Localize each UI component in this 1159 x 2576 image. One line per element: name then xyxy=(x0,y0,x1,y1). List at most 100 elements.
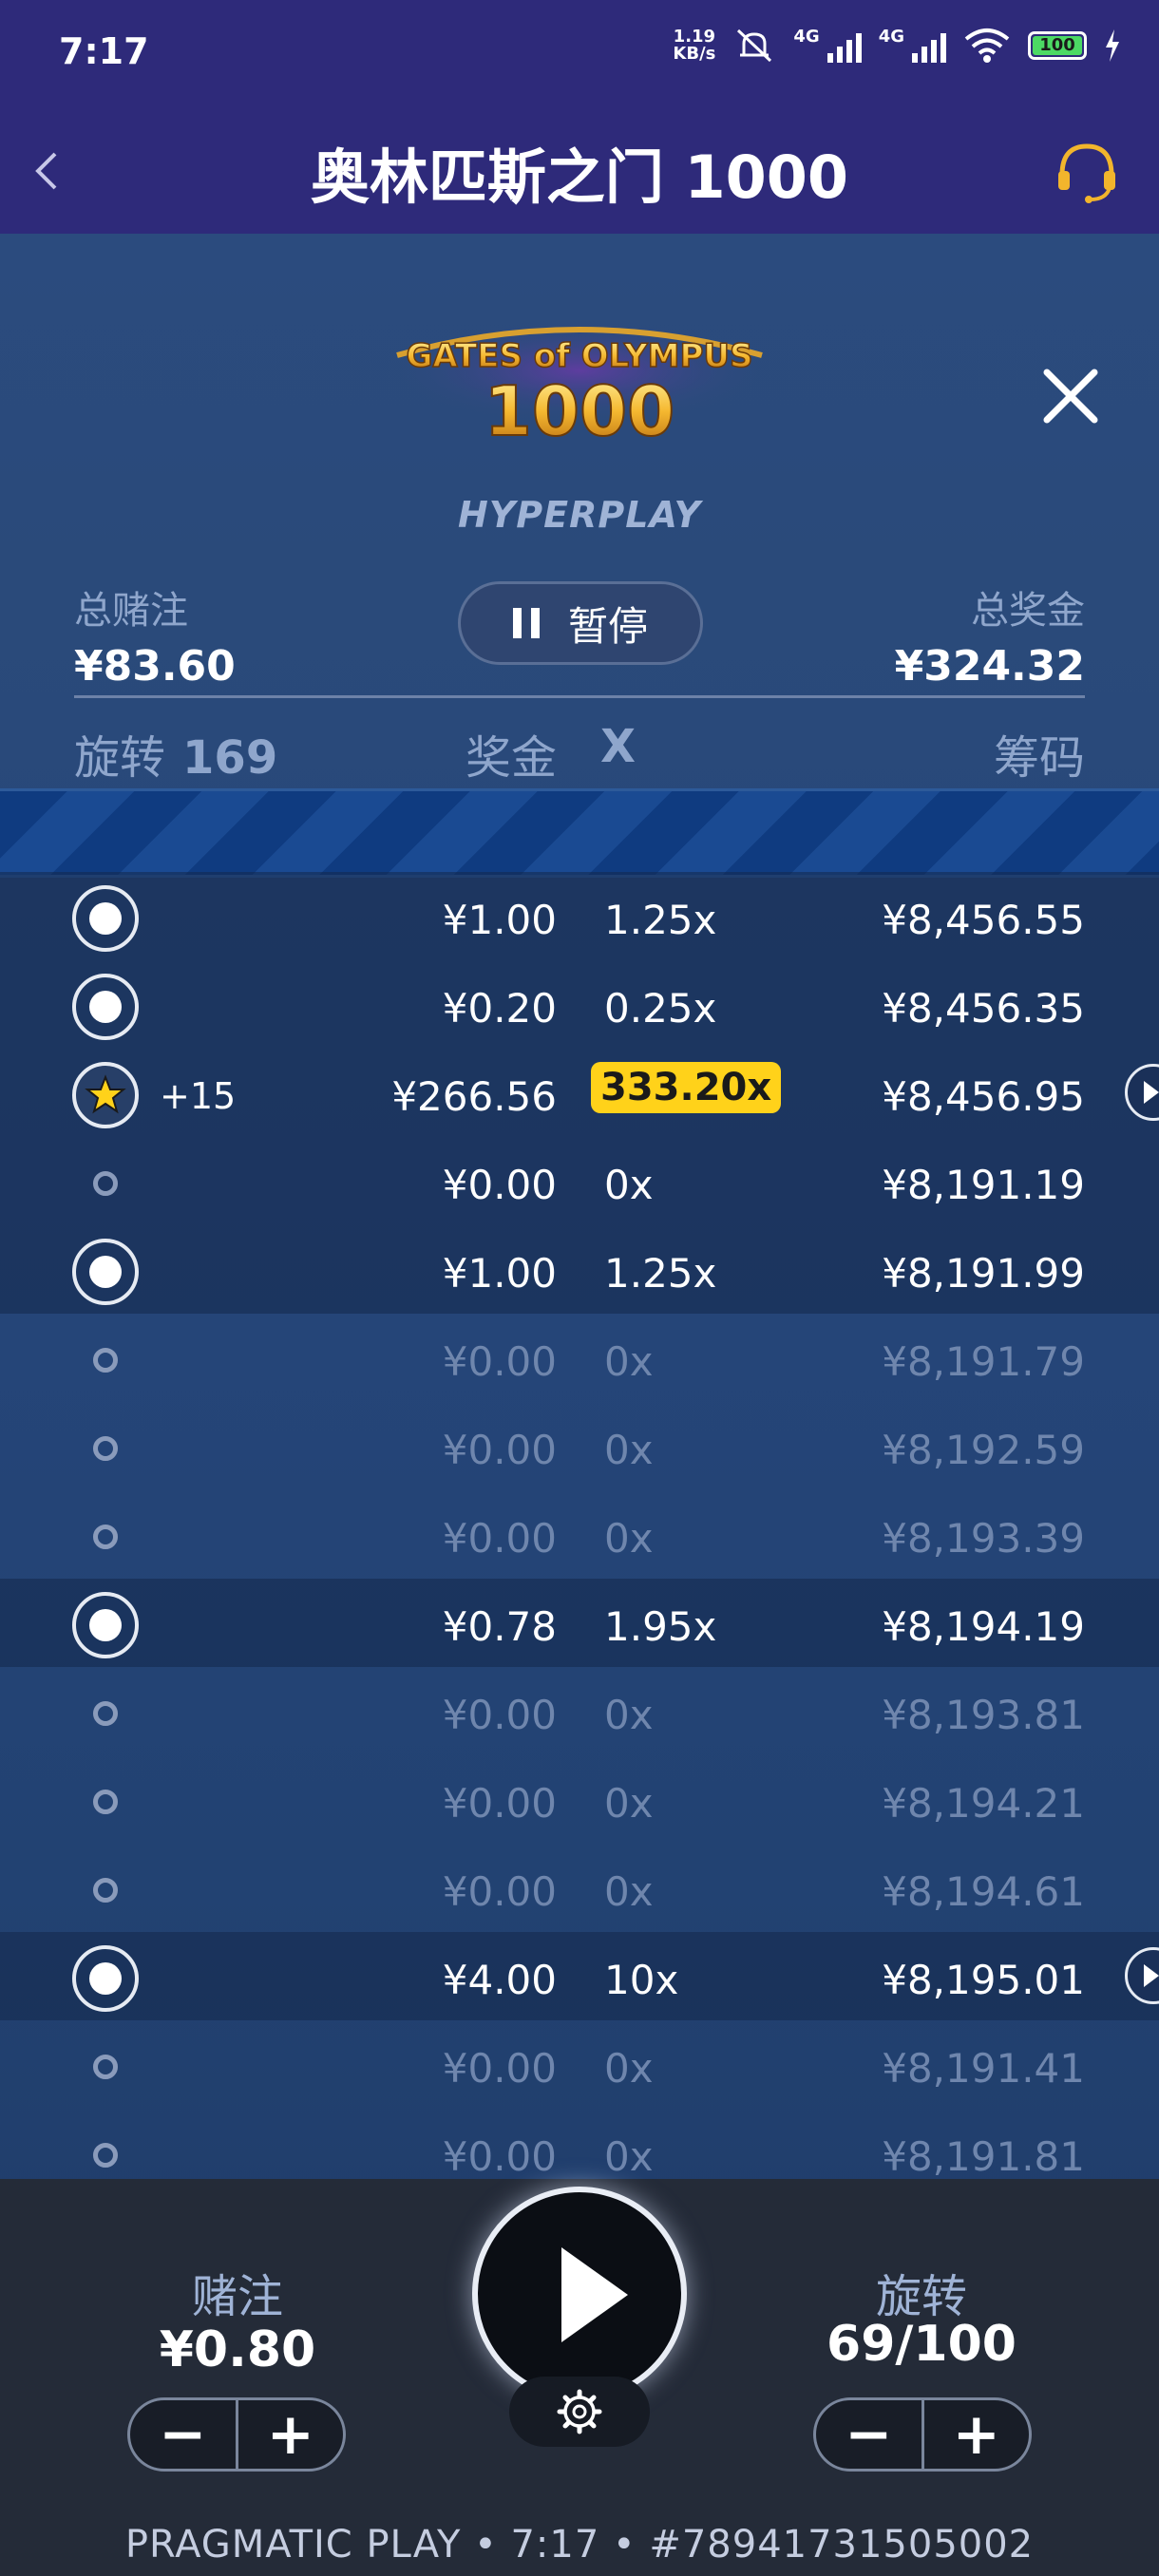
row-win: ¥0.00 xyxy=(442,1427,557,1473)
spin-row: ¥0.00 0x ¥8,194.61 xyxy=(0,1844,1159,1932)
row-win: ¥4.00 xyxy=(442,1957,557,2003)
row-win: ¥0.00 xyxy=(442,1868,557,1915)
pause-label: 暂停 xyxy=(567,602,648,650)
row-chips: ¥8,193.39 xyxy=(882,1515,1085,1562)
bet-increase-button[interactable]: + xyxy=(238,2400,344,2469)
spin-history-list[interactable]: ¥1.00 1.25x ¥8,456.55 ¥0.20 0.25x ¥8,456.35 +1… xyxy=(0,872,1159,2179)
star-icon xyxy=(72,1062,139,1128)
spin-header-label: 旋转 xyxy=(74,731,166,785)
bottom-controls: 赌注 ¥0.80 − + 旋转 69/100 − + PRAGMATIC PLA… xyxy=(0,2179,1159,2576)
no-win-indicator-icon xyxy=(93,1701,118,1726)
settings-button[interactable] xyxy=(509,2377,650,2447)
spin-row: ¥0.00 0x ¥8,193.81 xyxy=(0,1667,1159,1755)
row-multiplier: 1.95x xyxy=(604,1603,717,1650)
spins-decrease-button[interactable]: − xyxy=(816,2400,924,2469)
row-win: ¥0.00 xyxy=(442,1692,557,1738)
pause-button[interactable]: 暂停 xyxy=(458,581,703,665)
spin-row: ¥0.78 1.95x ¥8,194.19 xyxy=(0,1579,1159,1667)
row-win: ¥0.00 xyxy=(442,1162,557,1208)
bet-decrease-button[interactable]: − xyxy=(130,2400,238,2469)
battery-level: 100 xyxy=(1033,36,1082,55)
network-type-2: 4G xyxy=(878,27,904,47)
win-indicator-icon xyxy=(72,974,139,1040)
signal-icon-2 xyxy=(912,28,946,63)
spin-row: ¥1.00 1.25x ¥8,191.99 xyxy=(0,1225,1159,1314)
total-win-value: ¥324.32 xyxy=(894,642,1085,691)
status-bar: 7:17 1.19 KB/s 4G 4G 100 xyxy=(0,0,1159,104)
spins-stepper: − + xyxy=(813,2397,1032,2472)
column-header-multiplier: X xyxy=(600,720,636,773)
row-chips: ¥8,192.59 xyxy=(882,1427,1085,1473)
wifi-icon xyxy=(964,28,1010,63)
row-multiplier: 0x xyxy=(604,2045,654,2092)
game-logo: GATES of OLYMPUS 1000 xyxy=(390,318,770,452)
bet-stepper: − + xyxy=(127,2397,346,2472)
total-win-label: 总奖金 xyxy=(971,589,1085,633)
replay-arrow-icon[interactable] xyxy=(1125,1947,1159,2004)
row-chips: ¥8,191.81 xyxy=(882,2133,1085,2179)
win-indicator-icon xyxy=(72,1592,139,1658)
spin-row: ¥0.00 0x ¥8,191.81 xyxy=(0,2109,1159,2179)
row-chips: ¥8,191.41 xyxy=(882,2045,1085,2092)
row-win: ¥0.00 xyxy=(442,1780,557,1827)
row-win: ¥0.00 xyxy=(442,1515,557,1562)
row-multiplier: 0x xyxy=(604,1692,654,1738)
spin-row: ¥1.00 1.25x ¥8,456.55 xyxy=(0,872,1159,960)
replay-arrow-icon[interactable] xyxy=(1125,1064,1159,1121)
row-chips: ¥8,456.35 xyxy=(882,985,1085,1032)
row-win: ¥0.00 xyxy=(442,2133,557,2179)
row-multiplier: 0x xyxy=(604,1780,654,1827)
row-win: ¥0.00 xyxy=(442,1338,557,1385)
spin-row: ¥0.00 0x ¥8,192.59 xyxy=(0,1402,1159,1490)
row-multiplier: 0x xyxy=(604,2133,654,2179)
total-bet-value: ¥83.60 xyxy=(74,642,236,691)
spin-row: ¥0.00 0x ¥8,193.39 xyxy=(0,1490,1159,1579)
row-win: ¥1.00 xyxy=(442,1250,557,1297)
spin-row: ¥0.00 0x ¥8,191.79 xyxy=(0,1314,1159,1402)
row-chips: ¥8,191.19 xyxy=(882,1162,1085,1208)
multiplier-badge: 333.20x xyxy=(591,1062,782,1113)
row-multiplier: 0x xyxy=(604,1868,654,1915)
no-win-indicator-icon xyxy=(93,1348,118,1373)
free-spins-added: +15 xyxy=(160,1075,237,1117)
row-win: ¥0.00 xyxy=(442,2045,557,2092)
spin-row: ¥0.20 0.25x ¥8,456.35 xyxy=(0,960,1159,1049)
logo-text-line1: GATES of OLYMPUS xyxy=(406,337,752,375)
close-icon[interactable] xyxy=(1036,361,1106,431)
spins-increase-button[interactable]: + xyxy=(924,2400,1030,2469)
column-header-win: 奖金 xyxy=(466,731,558,785)
headset-icon[interactable] xyxy=(1049,133,1125,209)
row-multiplier: 0x xyxy=(604,1427,654,1473)
win-indicator-icon xyxy=(72,1945,139,2012)
row-multiplier: 0.25x xyxy=(604,985,717,1032)
row-win: ¥1.00 xyxy=(442,897,557,943)
gear-icon xyxy=(557,2389,602,2434)
win-indicator-icon xyxy=(72,1239,139,1305)
row-chips: ¥8,195.01 xyxy=(882,1957,1085,2003)
summary-divider xyxy=(74,695,1085,698)
row-win: ¥0.78 xyxy=(442,1603,557,1650)
no-win-indicator-icon xyxy=(93,2055,118,2079)
net-speed: 1.19 KB/s xyxy=(673,28,715,63)
row-win: ¥266.56 xyxy=(391,1073,557,1120)
row-multiplier: 1.25x xyxy=(604,1250,717,1297)
bet-label: 赌注 xyxy=(191,2270,283,2323)
hyperplay-label: HYPERPLAY xyxy=(457,494,702,536)
row-chips: ¥8,456.55 xyxy=(882,897,1085,943)
no-win-indicator-icon xyxy=(93,1878,118,1903)
total-bet-label: 总赌注 xyxy=(74,589,188,633)
row-chips: ¥8,194.19 xyxy=(882,1603,1085,1650)
signal-icon-1 xyxy=(826,28,862,63)
play-button[interactable] xyxy=(472,2187,687,2401)
spin-count: 169 xyxy=(182,731,278,785)
spin-row: ¥0.00 0x ¥8,191.41 xyxy=(0,2020,1159,2109)
mute-icon xyxy=(737,28,772,63)
spin-row: ¥4.00 10x ¥8,195.01 xyxy=(0,1932,1159,2020)
app-header: 奥林匹斯之门 1000 xyxy=(0,104,1159,234)
logo-text-line2: 1000 xyxy=(484,371,674,451)
row-chips: ¥8,193.81 xyxy=(882,1692,1085,1738)
row-multiplier: 0x xyxy=(604,1162,654,1208)
row-multiplier: 10x xyxy=(604,1957,679,2003)
no-win-indicator-icon xyxy=(93,1790,118,1814)
row-chips: ¥8,191.79 xyxy=(882,1338,1085,1385)
